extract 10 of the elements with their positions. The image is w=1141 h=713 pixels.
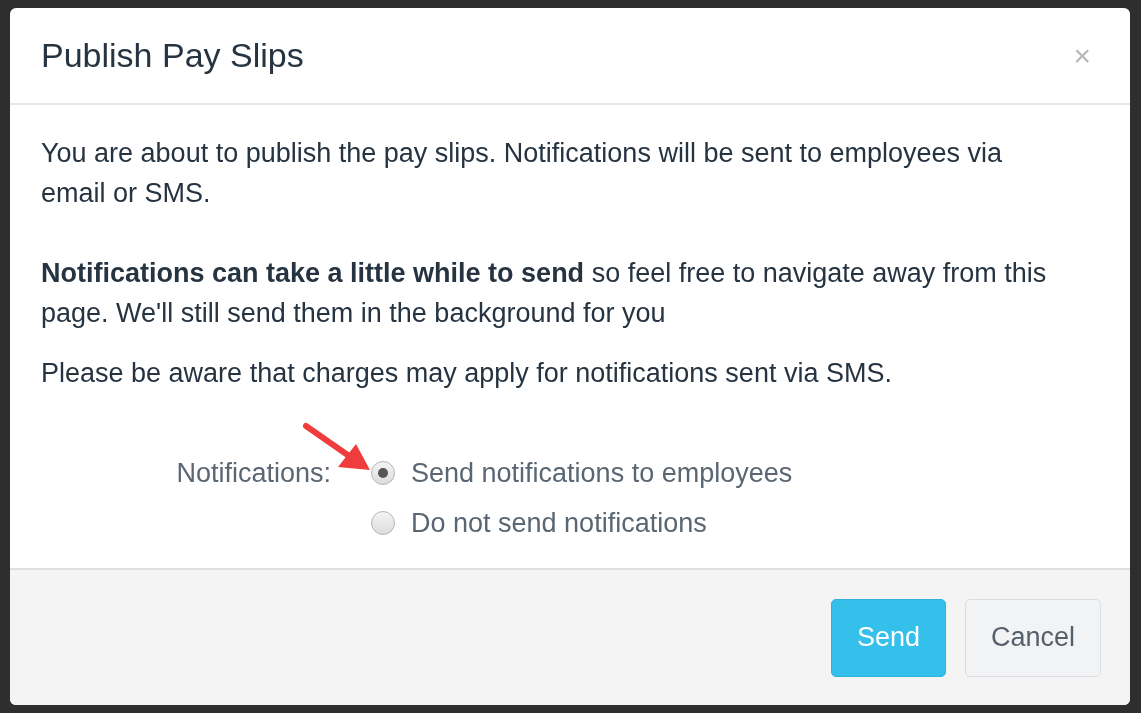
radio-button[interactable] <box>371 461 395 485</box>
message-text: Please be aware that charges may apply for notifications sent via SMS. <box>41 357 893 390</box>
radio-label[interactable]: Send notifications to employees <box>411 457 793 489</box>
dialog-title: Publish Pay Slips <box>41 36 304 75</box>
radio-label[interactable]: Do not send notifications <box>411 507 707 539</box>
cancel-button[interactable]: Cancel <box>965 598 1101 677</box>
message-text: You are about to publish the pay slips. Notifications will be sent to employees via email or SMS. <box>41 137 1004 210</box>
message-text: Notifications can take a little while to send so feel free to navigate away from this page. We'll still send them in the background for you <box>41 257 1048 330</box>
radio-button[interactable] <box>371 511 395 535</box>
notifications-label: Notifications: <box>175 457 331 489</box>
